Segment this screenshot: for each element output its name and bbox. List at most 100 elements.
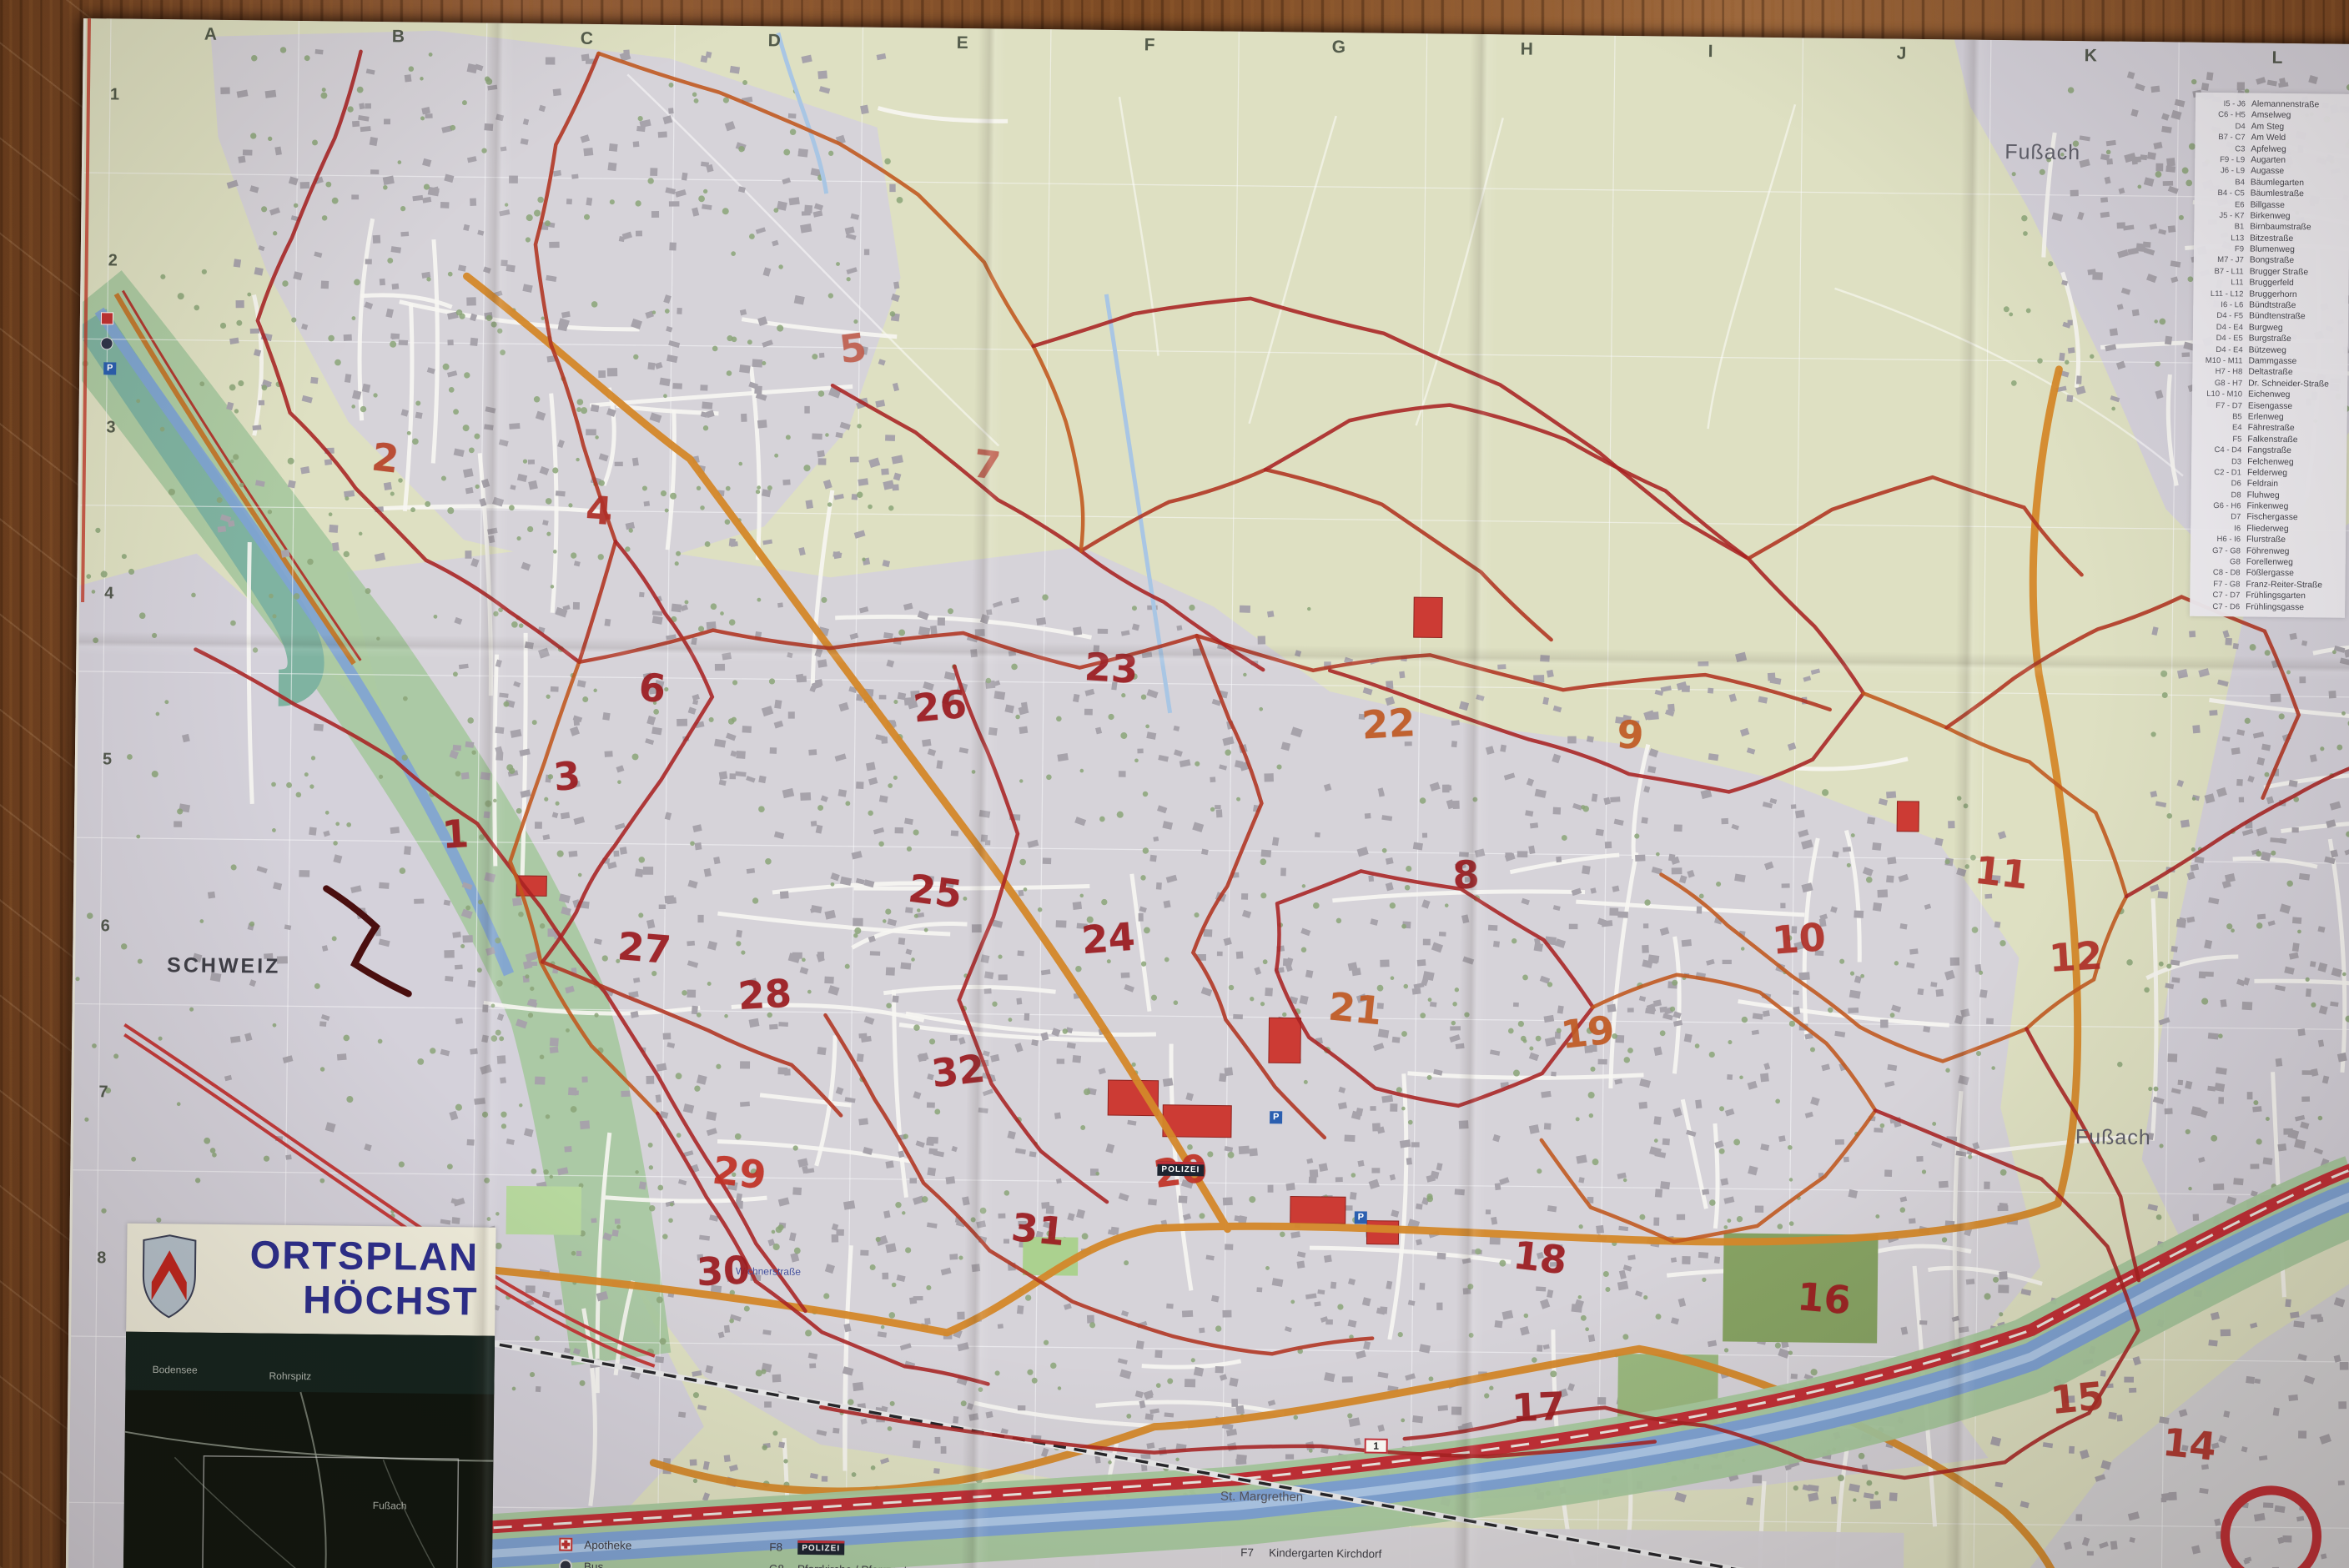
index-coord: I6 - L6	[2196, 299, 2243, 311]
grid-letter: I	[1708, 42, 1713, 62]
index-coord: E6	[2198, 199, 2245, 210]
index-coord: D4	[2199, 121, 2246, 133]
index-coord: M7 - J7	[2197, 254, 2244, 266]
index-street-name: Bongstraße	[2250, 255, 2294, 267]
index-street-name: Deltastraße	[2248, 367, 2292, 379]
index-street-name: Am Weld	[2251, 133, 2286, 144]
grid-number: 5	[103, 750, 112, 769]
index-street-name: Fliederweg	[2246, 523, 2289, 535]
district-number: 22	[1361, 703, 1416, 745]
district-number: 25	[906, 869, 964, 914]
index-coord: D8	[2195, 489, 2241, 500]
index-street-name: Dammgasse	[2248, 355, 2296, 367]
index-street-name: Fluhweg	[2247, 490, 2280, 501]
district-number: 4	[585, 490, 614, 530]
district-number: 10	[1771, 917, 1827, 960]
district-number: 9	[1616, 715, 1646, 755]
wall-photo-of-town-map: { "title_block": {"line1": "ORTSPLAN", "…	[0, 0, 2349, 1568]
grid-letter: D	[768, 31, 781, 51]
index-street-name: Dr. Schneider-Straße	[2248, 378, 2329, 389]
district-number: 17	[1511, 1387, 1566, 1428]
legend-coord: F8	[769, 1540, 797, 1553]
district-number: 5	[837, 328, 869, 369]
legend-item: F7Kindergarten Kirchdorf	[1240, 1544, 1381, 1562]
parking-icon: P	[103, 362, 116, 374]
index-street-name: Bäumlegarten	[2251, 177, 2304, 188]
grid-letter: H	[1521, 40, 1533, 60]
grid-letter: K	[2085, 46, 2097, 66]
district-number: 24	[1080, 917, 1136, 960]
index-street-name: Falkenstraße	[2247, 434, 2297, 445]
index-coord: G7 - G8	[2194, 545, 2241, 556]
map-label: Fußach	[2004, 140, 2080, 165]
district-number: 3	[552, 756, 582, 797]
index-coord: G8	[2194, 556, 2241, 568]
index-coord: C6 - H5	[2199, 109, 2246, 121]
street-index-panel: I5 - J6AlemannenstraßeC6 - H5AmselwegD4A…	[2190, 93, 2349, 618]
map-label: SCHWEIZ	[167, 953, 281, 979]
grid-letter: L	[2271, 48, 2282, 68]
index-coord: I6	[2194, 523, 2241, 535]
index-street-name: Flurstraße	[2246, 535, 2286, 546]
map-label: St. Margrethen	[1220, 1490, 1303, 1505]
index-street-name: Burgstraße	[2249, 334, 2291, 345]
grid-letter: J	[1897, 44, 1907, 64]
district-number: 23	[1084, 647, 1139, 689]
hoechst-coat-of-arms	[139, 1234, 199, 1321]
district-number: 1	[441, 814, 470, 854]
district-number: 28	[737, 974, 792, 1016]
index-street-name: Amselweg	[2251, 110, 2291, 122]
index-coord: I5 - J6	[2199, 98, 2246, 110]
index-coord: B1	[2197, 221, 2244, 233]
district-number: 14	[2161, 1423, 2218, 1466]
district-number: 18	[1512, 1235, 1569, 1279]
map-label: Fußach	[2075, 1125, 2151, 1150]
index-street-name: Bündtstraße	[2249, 300, 2296, 312]
district-number: 26	[912, 685, 968, 728]
index-street-name: Frühlingsgarten	[2246, 591, 2306, 602]
index-street-name: Bruggerfeld	[2249, 278, 2293, 289]
index-coord: B4 - C5	[2198, 188, 2245, 199]
title-panel: ORTSPLAN HÖCHST	[126, 1224, 495, 1336]
parking-icon: P	[1355, 1211, 1367, 1224]
index-coord: J6 - L9	[2198, 165, 2245, 177]
index-coord: L13	[2197, 232, 2244, 244]
index-coord: D4 - E4	[2196, 344, 2243, 355]
grid-number: 7	[98, 1083, 108, 1102]
legend-label: Kindergarten Kirchdorf	[1269, 1546, 1381, 1560]
bus-icon	[100, 337, 113, 349]
index-coord: L11	[2196, 277, 2243, 289]
index-coord: H6 - I6	[2194, 534, 2241, 545]
index-coord: E4	[2196, 422, 2242, 434]
district-number: 8	[1452, 855, 1481, 894]
index-street-name: Fährestraße	[2248, 423, 2295, 435]
grid-number: 4	[104, 584, 113, 603]
grid-number: 1	[110, 85, 119, 104]
grid-number: 2	[108, 251, 118, 270]
index-coord: B7 - C7	[2198, 132, 2245, 143]
index-street-name: Felchenweg	[2247, 456, 2294, 468]
polizei-badge: POLIZEI	[1157, 1161, 1204, 1177]
index-coord: D6	[2195, 478, 2241, 490]
parking-icon: P	[1270, 1111, 1282, 1123]
index-coord: F5	[2195, 433, 2241, 445]
district-number: 29	[711, 1150, 768, 1194]
index-coord: F9 - L9	[2198, 154, 2245, 166]
district-number: 7	[971, 444, 1003, 485]
legend-label: Pfarrkirche / Pfarrzentrum	[797, 1562, 927, 1568]
index-coord: D4 - F5	[2196, 310, 2243, 322]
index-street-name: Eisengasse	[2248, 400, 2292, 412]
index-street-name: Feldrain	[2247, 479, 2278, 490]
legend-item: Apotheke	[559, 1536, 631, 1554]
district-number: 32	[929, 1049, 987, 1093]
district-number: 15	[2049, 1376, 2105, 1420]
apotheke-icon	[559, 1538, 572, 1551]
grid-number: 8	[97, 1249, 106, 1268]
index-street-name: Fößlergasse	[2246, 568, 2294, 580]
index-coord: M10 - M11	[2196, 355, 2242, 367]
district-number: 16	[1796, 1277, 1853, 1319]
index-street-name: Frühlingsgasse	[2246, 601, 2304, 613]
index-coord: C7 - D6	[2193, 601, 2240, 612]
grid-number: 6	[101, 917, 110, 936]
index-street-name: Felderweg	[2247, 467, 2287, 479]
